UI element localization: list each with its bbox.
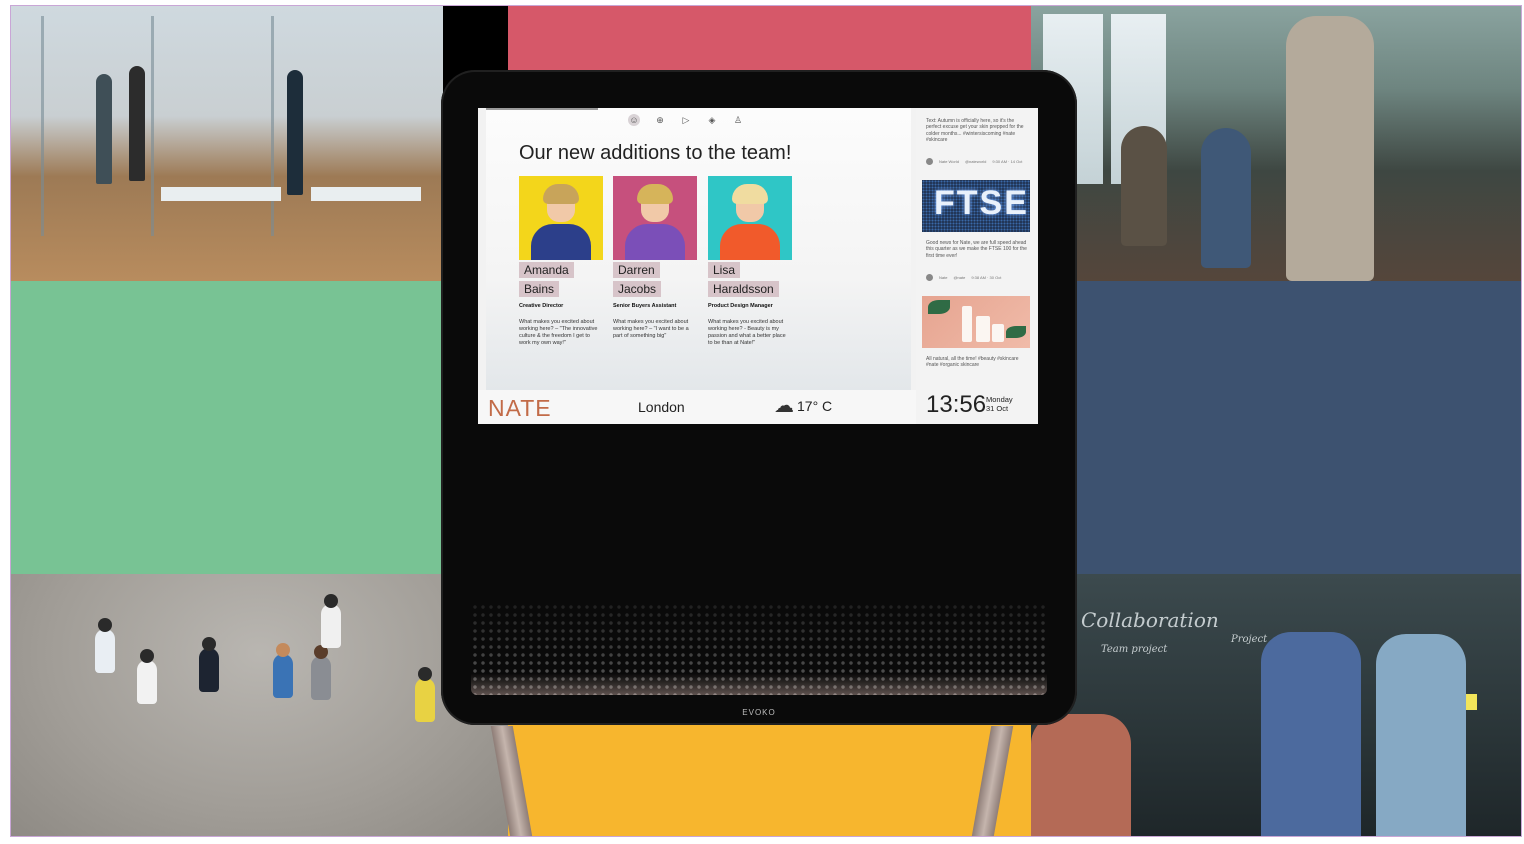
company-logo: NATE <box>488 395 552 421</box>
collage-frame: Collaboration Team project Project ☺ ⊕ ▷… <box>10 5 1522 837</box>
quote-text: What makes you excited about working her… <box>519 319 598 346</box>
tweet-author: Nate World @nateworld 9:30 AM · 14 Oct <box>926 158 1030 165</box>
tweet-author: Nate @nate 9:38 AM · 30 Oct <box>926 274 1030 281</box>
last-name: Bains <box>519 281 560 297</box>
city-label: London <box>638 399 685 415</box>
portrait-darren <box>613 176 697 260</box>
play-icon[interactable]: ▷ <box>680 114 692 126</box>
weather-widget: ☁ 17° C <box>774 396 832 416</box>
first-name: Amanda <box>519 262 574 278</box>
team-card-darren: Darren Jacobs Senior Buyers Assistant Wh… <box>613 176 705 340</box>
first-name: Darren <box>613 262 660 278</box>
rain-cloud-icon: ☁ <box>774 395 794 417</box>
quote-text: What makes you excited about working her… <box>613 319 689 339</box>
last-name: Haraldsson <box>708 281 779 297</box>
evoko-device: ☺ ⊕ ▷ ◈ ♙ Our new additions to the team!… <box>441 70 1077 725</box>
device-brand: EVOKO <box>742 708 776 717</box>
avatar <box>926 158 933 165</box>
ftse-image: FTSE <box>922 180 1030 232</box>
slide-headline: Our new additions to the team! <box>519 142 792 164</box>
team-card-amanda: Amanda Bains Creative Director What make… <box>519 176 611 347</box>
quote-text: What makes you excited about working her… <box>708 319 786 346</box>
tweet-text: Good news for Nate, we are full speed ah… <box>926 240 1027 259</box>
avatar <box>926 274 933 281</box>
team-slide: ☺ ⊕ ▷ ◈ ♙ Our new additions to the team!… <box>486 108 911 390</box>
job-title: Creative Director <box>519 303 564 309</box>
first-name: Lisa <box>708 262 741 278</box>
blue-tile <box>1073 281 1521 574</box>
pink-tile <box>508 6 1031 76</box>
last-name: Jacobs <box>613 281 662 297</box>
green-tile <box>11 281 443 574</box>
tweet-text: All natural, all the time! #beauty #skin… <box>926 356 1019 369</box>
cafe-photo <box>1031 6 1521 281</box>
social-feed: Text: Autumn is officially here, so it's… <box>916 108 1038 424</box>
info-bar: NATE London ☁ 17° C <box>478 390 916 424</box>
job-title: Senior Buyers Assistant <box>613 303 677 309</box>
brainstorm-photo: Collaboration Team project Project <box>1031 574 1521 836</box>
office-photo <box>11 6 443 281</box>
team-card-lisa: Lisa Haraldsson Product Design Manager W… <box>708 176 800 347</box>
weekday: Monday <box>986 395 1013 404</box>
skincare-image <box>922 296 1030 348</box>
lobby-photo <box>11 574 508 836</box>
clock-time: 13:56 <box>926 391 987 418</box>
portrait-amanda <box>519 176 603 260</box>
device-screen: ☺ ⊕ ▷ ◈ ♙ Our new additions to the team!… <box>478 108 1038 424</box>
portrait-lisa <box>708 176 792 260</box>
person-icon[interactable]: ☺ <box>628 114 640 126</box>
globe-icon[interactable]: ⊕ <box>654 114 666 126</box>
temperature: 17° C <box>797 398 833 414</box>
slide-nav: ☺ ⊕ ▷ ◈ ♙ <box>628 114 744 126</box>
person-add-icon[interactable]: ♙ <box>732 114 744 126</box>
day-month: 31 Oct <box>986 404 1009 413</box>
yellow-tile <box>508 706 1031 836</box>
diamond-icon[interactable]: ◈ <box>706 114 718 126</box>
tweet-text: Text: Autumn is officially here, so it's… <box>926 118 1024 143</box>
job-title: Product Design Manager <box>708 303 773 309</box>
slide-progress-bar <box>486 108 598 110</box>
date-label: Monday 31 Oct <box>986 395 1013 413</box>
speaker-grille <box>471 603 1047 695</box>
